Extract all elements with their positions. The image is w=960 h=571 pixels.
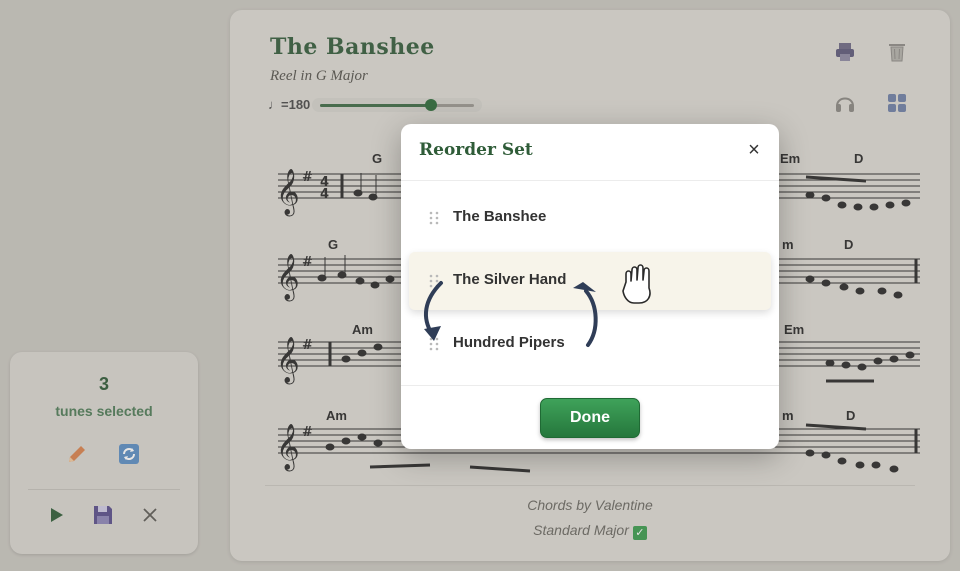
set-item-dragging[interactable]: The Silver Hand bbox=[409, 252, 771, 310]
done-button[interactable]: Done bbox=[540, 398, 640, 438]
reorder-set-dialog: Reorder Set × The Banshee The Silver Han… bbox=[401, 124, 779, 449]
set-item[interactable]: The Banshee bbox=[409, 189, 771, 247]
divider bbox=[401, 385, 779, 386]
set-item-label: The Silver Hand bbox=[453, 271, 567, 288]
divider bbox=[401, 180, 779, 181]
dialog-title: Reorder Set bbox=[419, 140, 533, 160]
drag-handle-icon[interactable] bbox=[429, 274, 439, 288]
close-button[interactable]: × bbox=[745, 140, 763, 160]
set-item[interactable]: Hundred Pipers bbox=[409, 315, 771, 373]
drag-handle-icon[interactable] bbox=[429, 337, 439, 351]
set-item-label: The Banshee bbox=[453, 208, 547, 225]
set-item-label: Hundred Pipers bbox=[453, 334, 565, 351]
drag-handle-icon[interactable] bbox=[429, 211, 439, 225]
